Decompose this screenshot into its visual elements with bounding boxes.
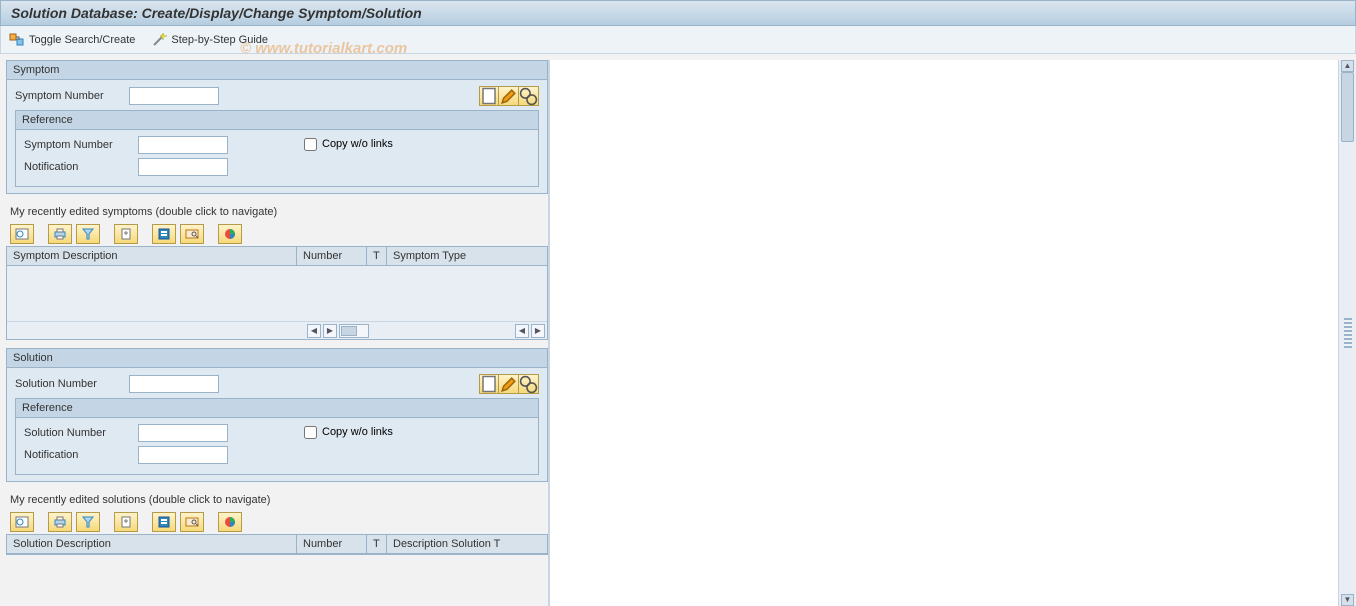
col-symptom-desc[interactable]: Symptom Description	[7, 247, 297, 265]
solution-ref-notif-input[interactable]	[138, 446, 228, 464]
right-panel: ▲ ▼	[548, 60, 1356, 606]
scroll-up-icon[interactable]: ▲	[1341, 60, 1354, 72]
filter-icon[interactable]	[76, 512, 100, 532]
print-icon[interactable]	[48, 512, 72, 532]
symptom-alv-scroll: ◀ ▶ ◀ ▶	[7, 321, 547, 339]
solution-ref-title: Reference	[16, 399, 538, 418]
symptom-ref-number-input[interactable]	[138, 136, 228, 154]
scroll-left-icon[interactable]: ◀	[307, 324, 321, 338]
solution-recent-label: My recently edited solutions (double cli…	[6, 488, 548, 510]
layout-icon[interactable]	[152, 224, 176, 244]
details-icon[interactable]	[10, 224, 34, 244]
symptom-alv-grid: Symptom Description Number T Symptom Typ…	[6, 246, 548, 340]
display-icon[interactable]	[519, 86, 539, 106]
search-icon[interactable]	[180, 224, 204, 244]
symptom-alv-toolbar	[6, 222, 548, 246]
symptom-recent-label: My recently edited symptoms (double clic…	[6, 200, 548, 222]
col-symptom-number[interactable]: Number	[297, 247, 367, 265]
symptom-alv-body	[7, 266, 547, 321]
solution-number-input[interactable]	[129, 375, 219, 393]
print-icon[interactable]	[48, 224, 72, 244]
step-guide-label: Step-by-Step Guide	[171, 34, 268, 46]
scroll-left2-icon[interactable]: ◀	[515, 324, 529, 338]
filter-icon[interactable]	[76, 224, 100, 244]
scroll-grip-icon[interactable]	[1344, 318, 1352, 348]
page-title: Solution Database: Create/Display/Change…	[0, 0, 1356, 26]
symptom-number-label: Symptom Number	[15, 90, 123, 102]
symptom-ref-notif-input[interactable]	[138, 158, 228, 176]
col-symptom-type[interactable]: Symptom Type	[387, 247, 517, 265]
col-symptom-t[interactable]: T	[367, 247, 387, 265]
graphic-icon[interactable]	[218, 224, 242, 244]
solution-copy-label: Copy w/o links	[322, 426, 393, 438]
app-toolbar: Toggle Search/Create Step-by-Step Guide	[0, 26, 1356, 54]
symptom-copy-label: Copy w/o links	[322, 138, 393, 150]
create-icon[interactable]	[479, 374, 499, 394]
search-icon[interactable]	[180, 512, 204, 532]
solution-reference-group: Reference Solution Number Notification	[15, 398, 539, 475]
solution-ref-notif-label: Notification	[24, 449, 132, 461]
scroll-thumb[interactable]	[1341, 72, 1354, 142]
create-icon[interactable]	[479, 86, 499, 106]
solution-ref-number-input[interactable]	[138, 424, 228, 442]
wand-icon	[151, 32, 167, 48]
solution-number-label: Solution Number	[15, 378, 123, 390]
edit-icon[interactable]	[499, 374, 519, 394]
display-icon[interactable]	[519, 374, 539, 394]
solution-group: Solution Solution Number Reference	[6, 348, 548, 482]
symptom-group-title: Symptom	[7, 61, 547, 80]
toggle-label: Toggle Search/Create	[29, 34, 135, 46]
symptom-ref-number-label: Symptom Number	[24, 139, 132, 151]
toggle-icon	[9, 32, 25, 48]
details-icon[interactable]	[10, 512, 34, 532]
col-solution-desc[interactable]: Solution Description	[7, 535, 297, 553]
scroll-right2-icon[interactable]: ▶	[531, 324, 545, 338]
symptom-group: Symptom Symptom Number Reference	[6, 60, 548, 194]
solution-ref-number-label: Solution Number	[24, 427, 132, 439]
symptom-reference-group: Reference Symptom Number Notification	[15, 110, 539, 187]
solution-alv-grid: Solution Description Number T Descriptio…	[6, 534, 548, 555]
export-icon[interactable]	[114, 512, 138, 532]
col-solution-number[interactable]: Number	[297, 535, 367, 553]
export-icon[interactable]	[114, 224, 138, 244]
graphic-icon[interactable]	[218, 512, 242, 532]
col-solution-t[interactable]: T	[367, 535, 387, 553]
solution-copy-checkbox[interactable]	[304, 426, 317, 439]
solution-group-title: Solution	[7, 349, 547, 368]
scroll-right-icon[interactable]: ▶	[323, 324, 337, 338]
symptom-copy-checkbox[interactable]	[304, 138, 317, 151]
scroll-down-icon[interactable]: ▼	[1341, 594, 1354, 606]
layout-icon[interactable]	[152, 512, 176, 532]
toggle-search-create-button[interactable]: Toggle Search/Create	[9, 32, 135, 48]
right-scrollbar[interactable]: ▲ ▼	[1338, 60, 1356, 606]
edit-icon[interactable]	[499, 86, 519, 106]
step-guide-button[interactable]: Step-by-Step Guide	[151, 32, 268, 48]
symptom-ref-notif-label: Notification	[24, 161, 132, 173]
symptom-ref-title: Reference	[16, 111, 538, 130]
symptom-number-input[interactable]	[129, 87, 219, 105]
solution-alv-toolbar	[6, 510, 548, 534]
col-solution-type[interactable]: Description Solution T	[387, 535, 517, 553]
